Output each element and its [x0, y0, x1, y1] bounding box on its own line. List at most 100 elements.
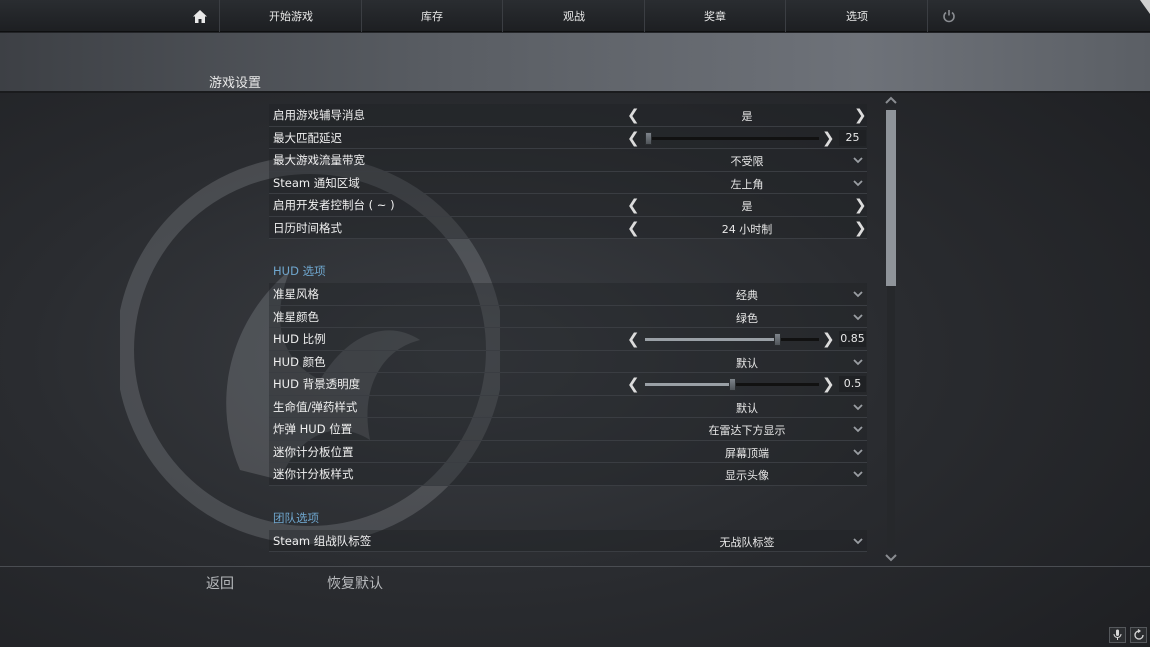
chevron-down-icon [853, 471, 863, 478]
corner-indicator [1140, 0, 1150, 14]
tab-inventory[interactable]: 库存 [362, 0, 503, 32]
setting-value: 是 [741, 110, 753, 123]
setting-dropdown-value[interactable]: 绿色 [627, 310, 867, 326]
setting-row[interactable]: 最大游戏流量带宽 不受限 [269, 149, 867, 172]
microphone-button[interactable] [1109, 627, 1126, 643]
settings-list: 启用游戏辅导消息 ❮ 是 ❯ 最大匹配延迟 ❮ ❯ 25 最大游戏流量带宽 不受限 Steam 通知… [269, 104, 867, 552]
setting-dropdown-value[interactable]: 屏幕顶端 [627, 445, 867, 461]
slider-decrease-icon[interactable]: ❮ [627, 330, 640, 348]
chevron-right-icon[interactable]: ❯ [854, 219, 867, 237]
setting-label: Steam 通知区域 [273, 175, 360, 190]
header-band: 游戏设置 [0, 33, 1150, 93]
section-hud-options: HUD 选项 [269, 239, 867, 283]
setting-row[interactable]: 最大匹配延迟 ❮ ❯ 25 [269, 126, 867, 149]
slider-thumb[interactable] [645, 131, 652, 145]
tab-watch[interactable]: 观战 [504, 0, 645, 32]
setting-row[interactable]: HUD 比例 ❮ ❯ 0.85 [269, 328, 867, 351]
hud-settings-group: 准星风格 经典 准星颜色 绿色 HUD 比例 ❮ ❯ 0.85 HUD 颜色 默认 HUD 背景透明… [269, 283, 867, 486]
tab-play[interactable]: 开始游戏 [221, 0, 362, 32]
slider-track[interactable] [645, 136, 819, 140]
setting-dropdown-value[interactable]: 默认 [627, 355, 867, 371]
chevron-down-icon [853, 448, 863, 455]
back-button[interactable]: 返回 [206, 573, 234, 593]
setting-label: HUD 背景透明度 [273, 377, 361, 391]
slider-thumb[interactable] [773, 333, 781, 346]
chevron-down-icon [853, 403, 863, 410]
setting-row[interactable]: HUD 背景透明度 ❮ ❯ 0.5 [269, 373, 867, 396]
slider-decrease-icon[interactable]: ❮ [627, 129, 640, 147]
home-icon [192, 9, 207, 23]
setting-dropdown-value[interactable]: 不受限 [627, 153, 867, 169]
setting-row[interactable]: 启用游戏辅导消息 ❮ 是 ❯ [269, 104, 867, 127]
setting-dropdown-value[interactable]: 经典 [627, 287, 867, 303]
power-button[interactable] [929, 0, 969, 32]
slider-thumb[interactable] [728, 378, 736, 391]
slider-increase-icon[interactable]: ❯ [822, 375, 835, 393]
tab-medals[interactable]: 奖章 [645, 0, 786, 32]
team-settings-group: Steam 组战队标签 无战队标签 [269, 529, 867, 552]
slider-increase-icon[interactable]: ❯ [822, 330, 835, 348]
setting-label: Steam 组战队标签 [273, 533, 372, 548]
chevron-right-icon[interactable]: ❯ [854, 196, 867, 214]
slider-fill [645, 338, 774, 341]
scroll-down-icon[interactable] [884, 553, 898, 563]
chevron-down-icon [853, 426, 863, 433]
chevron-down-icon [853, 179, 863, 186]
scroll-up-icon[interactable] [884, 95, 898, 105]
setting-label: 迷你计分板位置 [273, 444, 354, 459]
section-title-hud: HUD 选项 [273, 264, 326, 278]
setting-label: 准星风格 [273, 287, 319, 301]
slider-value[interactable]: 0.5 [839, 376, 866, 392]
setting-row[interactable]: Steam 通知区域 左上角 [269, 171, 867, 194]
reset-defaults-button[interactable]: 恢复默认 [327, 573, 383, 593]
setting-row[interactable]: 日历时间格式 ❮ 24 小时制 ❯ [269, 216, 867, 239]
setting-label: 炸弹 HUD 位置 [273, 422, 353, 436]
setting-label: 启用开发者控制台 ( ~ ) [273, 198, 395, 212]
setting-row[interactable]: 迷你计分板位置 屏幕顶端 [269, 440, 867, 463]
chevron-down-icon [853, 358, 863, 365]
tab-options[interactable]: 选项 [787, 0, 928, 32]
general-settings-group: 启用游戏辅导消息 ❮ 是 ❯ 最大匹配延迟 ❮ ❯ 25 最大游戏流量带宽 不受限 Steam 通知… [269, 104, 867, 239]
chevron-down-icon [853, 537, 863, 544]
scrollbar-thumb[interactable] [886, 110, 896, 286]
slider-fill [645, 383, 729, 386]
slider-value[interactable]: 25 [839, 129, 866, 146]
slider-increase-icon[interactable]: ❯ [822, 129, 835, 147]
refresh-icon [1133, 629, 1144, 640]
setting-dropdown-value[interactable]: 无战队标签 [627, 534, 867, 550]
setting-label: 准星颜色 [273, 309, 319, 324]
setting-row[interactable]: 迷你计分板样式 显示头像 [269, 463, 867, 486]
chevron-down-icon [853, 157, 863, 164]
home-button[interactable] [180, 0, 220, 32]
setting-label: HUD 比例 [273, 332, 326, 346]
setting-row[interactable]: HUD 颜色 默认 [269, 350, 867, 373]
setting-row[interactable]: 启用开发者控制台 ( ~ ) ❮ 是 ❯ [269, 194, 867, 217]
footer-divider [0, 566, 1150, 567]
chevron-down-icon [853, 291, 863, 298]
setting-dropdown-value[interactable]: 左上角 [627, 176, 867, 192]
setting-label: 最大匹配延迟 [273, 130, 342, 145]
setting-label: 迷你计分板样式 [273, 467, 354, 481]
setting-label: 日历时间格式 [273, 220, 342, 235]
setting-row[interactable]: Steam 组战队标签 无战队标签 [269, 529, 867, 552]
section-title-team: 团队选项 [273, 510, 319, 525]
microphone-icon [1113, 629, 1122, 640]
refresh-button[interactable] [1130, 627, 1147, 643]
setting-dropdown-value[interactable]: 在雷达下方显示 [627, 422, 867, 438]
slider-value[interactable]: 0.85 [839, 331, 866, 347]
setting-row[interactable]: 准星风格 经典 [269, 283, 867, 306]
setting-row[interactable]: 准星颜色 绿色 [269, 305, 867, 328]
slider-decrease-icon[interactable]: ❮ [627, 375, 640, 393]
section-team-options: 团队选项 [269, 486, 867, 530]
setting-dropdown-value[interactable]: 显示头像 [627, 467, 867, 483]
page-title: 游戏设置 [209, 76, 262, 91]
setting-label: 最大游戏流量带宽 [273, 153, 365, 167]
setting-row[interactable]: 生命值/弹药样式 默认 [269, 395, 867, 418]
power-icon [943, 10, 955, 23]
setting-label: 生命值/弹药样式 [273, 399, 358, 414]
setting-label: 启用游戏辅导消息 [273, 108, 365, 122]
setting-row[interactable]: 炸弹 HUD 位置 在雷达下方显示 [269, 418, 867, 441]
setting-dropdown-value[interactable]: 默认 [627, 400, 867, 416]
chevron-right-icon[interactable]: ❯ [854, 106, 867, 124]
top-navigation: 开始游戏 库存 观战 奖章 选项 [0, 0, 1150, 32]
